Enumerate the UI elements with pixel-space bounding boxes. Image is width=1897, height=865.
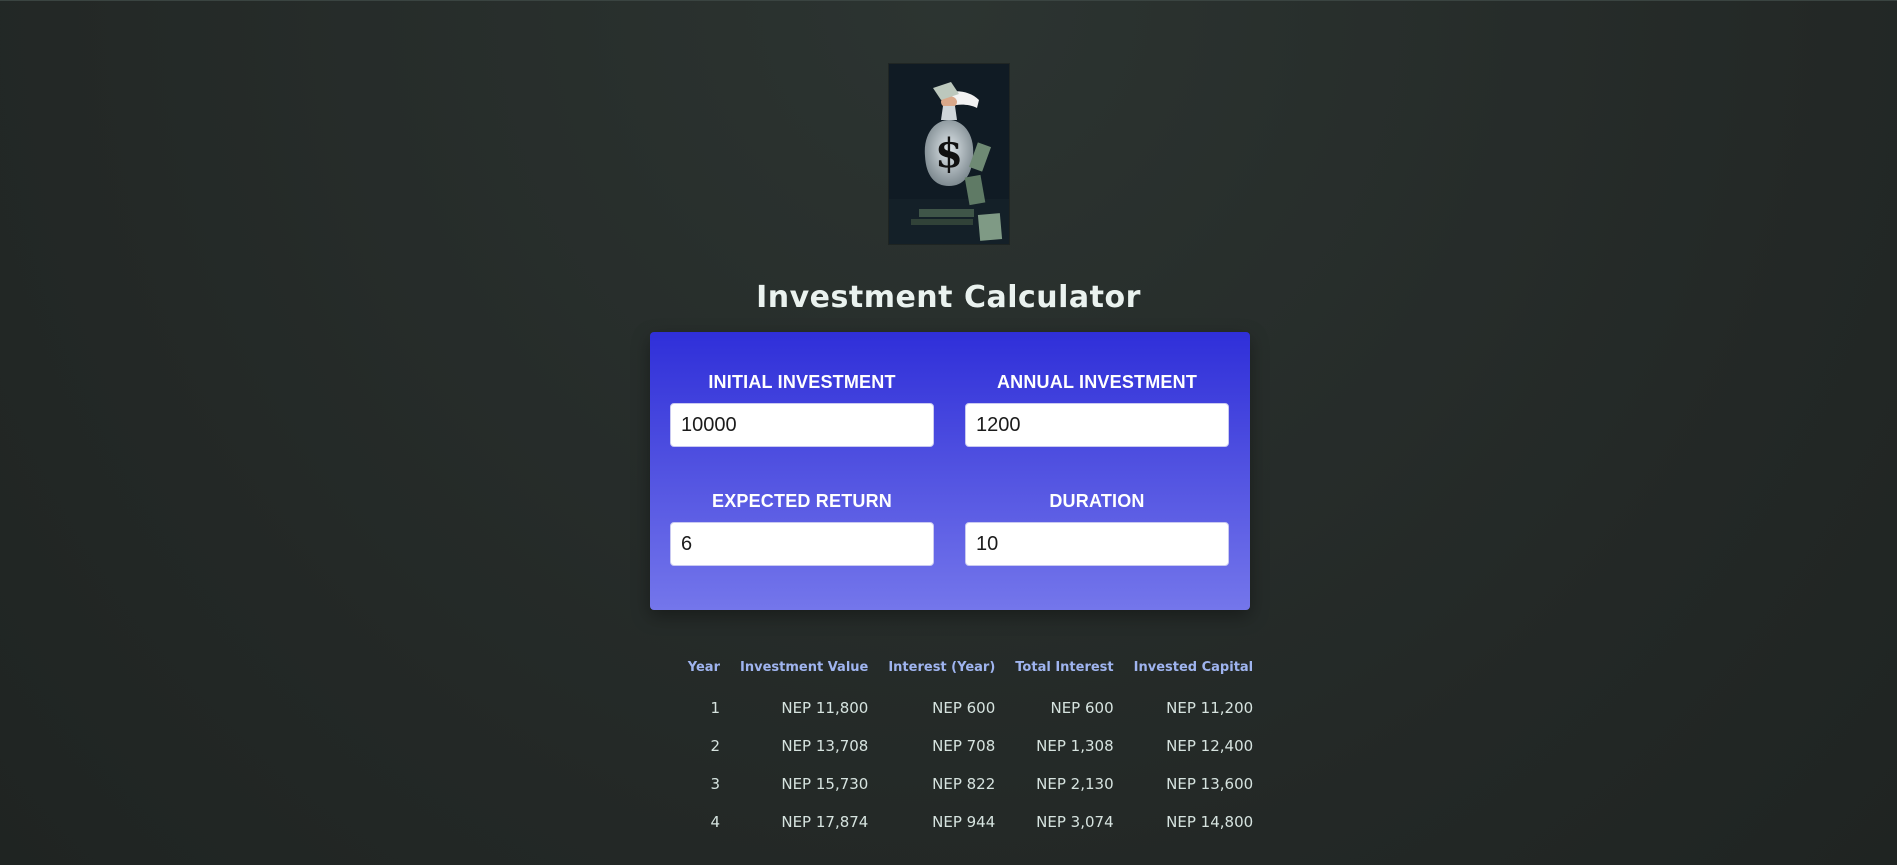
cell-invested-capital: NEP 14,800 [1166, 813, 1254, 831]
cell-interest-year: NEP 822 [932, 775, 996, 793]
cell-interest-year: NEP 944 [932, 813, 996, 831]
cell-total-interest: NEP 1,308 [1036, 737, 1114, 755]
header-year: Year [687, 660, 720, 675]
cell-investment-value: NEP 15,730 [781, 775, 869, 793]
investment-input-panel: Initial Investment Annual Investment Exp… [650, 332, 1250, 610]
cell-year: 2 [710, 737, 720, 755]
annual-investment-input[interactable] [965, 403, 1229, 447]
cell-year: 4 [710, 813, 720, 831]
results-table: Year Investment Value Interest (Year) To… [670, 660, 1263, 841]
cell-year: 3 [710, 775, 720, 793]
duration-group: Duration [965, 491, 1229, 566]
table-row: 2 NEP 13,708 NEP 708 NEP 1,308 NEP 12,40… [670, 727, 1263, 765]
header-invested-capital: Invested Capital [1133, 660, 1254, 675]
expected-return-label: Expected Return [711, 491, 893, 511]
cell-total-interest: NEP 2,130 [1036, 775, 1114, 793]
annual-investment-label: Annual Investment [996, 372, 1198, 392]
money-bag-icon: $ [888, 64, 1009, 244]
cell-year: 1 [710, 699, 720, 717]
cell-interest-year: NEP 708 [932, 737, 996, 755]
table-row: 1 NEP 11,800 NEP 600 NEP 600 NEP 11,200 [670, 689, 1263, 727]
results-table-body: 1 NEP 11,800 NEP 600 NEP 600 NEP 11,200 … [670, 689, 1263, 841]
cell-investment-value: NEP 17,874 [781, 813, 869, 831]
cell-investment-value: NEP 11,800 [781, 699, 869, 717]
table-row: 4 NEP 17,874 NEP 944 NEP 3,074 NEP 14,80… [670, 803, 1263, 841]
page-title: Investment Calculator [756, 280, 1141, 315]
svg-text:$: $ [935, 130, 963, 177]
cell-invested-capital: NEP 13,600 [1166, 775, 1254, 793]
top-border [0, 0, 1897, 1]
initial-investment-label: Initial Investment [708, 372, 896, 392]
initial-investment-input[interactable] [670, 403, 934, 447]
cell-interest-year: NEP 600 [932, 699, 996, 717]
cell-total-interest: NEP 600 [1050, 699, 1114, 717]
page-header: $ Investment Calculator [0, 64, 1897, 315]
cell-invested-capital: NEP 12,400 [1166, 737, 1254, 755]
cell-invested-capital: NEP 11,200 [1166, 699, 1254, 717]
table-row: 3 NEP 15,730 NEP 822 NEP 2,130 NEP 13,60… [670, 765, 1263, 803]
cell-investment-value: NEP 13,708 [781, 737, 869, 755]
annual-investment-group: Annual Investment [965, 372, 1229, 447]
results-table-head: Year Investment Value Interest (Year) To… [670, 660, 1263, 689]
expected-return-input[interactable] [670, 522, 934, 566]
header-investment-value: Investment Value [740, 660, 869, 675]
header-interest-year: Interest (Year) [888, 660, 996, 675]
duration-label: Duration [1049, 491, 1145, 511]
expected-return-group: Expected Return [670, 491, 934, 566]
header-total-interest: Total Interest [1015, 660, 1114, 675]
initial-investment-group: Initial Investment [670, 372, 934, 447]
duration-input[interactable] [965, 522, 1229, 566]
cell-total-interest: NEP 3,074 [1036, 813, 1114, 831]
header-row: Year Investment Value Interest (Year) To… [670, 660, 1263, 689]
